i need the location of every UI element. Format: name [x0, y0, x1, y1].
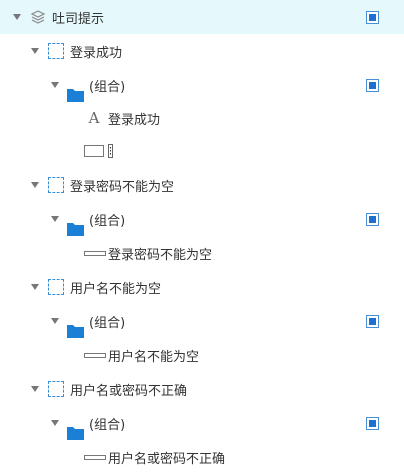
folder-icon: [67, 324, 84, 338]
layers-icon: [29, 8, 47, 26]
tree-row-root[interactable]: 吐司提示: [0, 0, 404, 34]
tree-label-group: 登录密码不能为空: [70, 180, 175, 195]
chevron-down-icon[interactable]: [12, 12, 22, 22]
tree-row-combo[interactable]: (组合): [0, 406, 404, 440]
tree-row-group[interactable]: 用户名或密码不正确: [0, 372, 404, 406]
chevron-down-icon[interactable]: [30, 384, 40, 394]
visibility-toggle[interactable]: [366, 315, 379, 328]
chevron-down-icon[interactable]: [50, 214, 60, 224]
chevron-down-icon[interactable]: [30, 46, 40, 56]
visibility-toggle[interactable]: [366, 417, 379, 430]
folder-icon: [67, 222, 84, 236]
rectangle-icon: [84, 145, 104, 157]
chevron-down-icon[interactable]: [50, 80, 60, 90]
line-rect-icon: [84, 251, 106, 256]
tree-label-group: 登录成功: [70, 46, 123, 61]
tree-row-combo[interactable]: (组合): [0, 68, 404, 102]
tree-label-combo: (组合): [89, 418, 126, 433]
line-rect-icon: [84, 353, 106, 358]
tree-label-item: 登录成功: [108, 113, 161, 128]
tree-label-root: 吐司提示: [52, 12, 105, 27]
tree-row-item[interactable]: 用户名或密码不正确: [0, 440, 404, 474]
tree-row-group[interactable]: 登录密码不能为空: [0, 168, 404, 202]
dynamic-panel-icon: [48, 279, 64, 295]
tree-row-item[interactable]: A 登录成功: [0, 101, 404, 135]
tree-row-item[interactable]: 用户名不能为空: [0, 338, 404, 372]
tree-label-item: 用户名不能为空: [108, 350, 200, 365]
dynamic-panel-icon: [48, 177, 64, 193]
chevron-down-icon[interactable]: [50, 418, 60, 428]
tree-label-group: 用户名不能为空: [70, 282, 162, 297]
tree-row-item[interactable]: 登录密码不能为空: [0, 236, 404, 270]
cursor-marker-icon: [108, 144, 113, 158]
visibility-toggle[interactable]: [366, 79, 379, 92]
chevron-down-icon[interactable]: [50, 316, 60, 326]
tree-label-item: 用户名或密码不正确: [108, 452, 226, 467]
tree-label-item: 登录密码不能为空: [108, 248, 213, 263]
tree-row-item[interactable]: [0, 134, 404, 168]
chevron-down-icon[interactable]: [30, 282, 40, 292]
tree-row-combo[interactable]: (组合): [0, 202, 404, 236]
dynamic-panel-icon: [48, 381, 64, 397]
visibility-toggle[interactable]: [366, 11, 379, 24]
dynamic-panel-icon: [48, 43, 64, 59]
visibility-toggle[interactable]: [366, 213, 379, 226]
tree-row-group[interactable]: 用户名不能为空: [0, 270, 404, 304]
text-icon: A: [88, 109, 100, 127]
tree-row-group[interactable]: 登录成功: [0, 34, 404, 68]
folder-icon: [67, 88, 84, 102]
tree-row-combo[interactable]: (组合): [0, 304, 404, 338]
tree-label-group: 用户名或密码不正确: [70, 384, 188, 399]
tree-label-combo: (组合): [89, 316, 126, 331]
line-rect-icon: [84, 455, 106, 460]
chevron-down-icon[interactable]: [30, 180, 40, 190]
tree-label-combo: (组合): [89, 214, 126, 229]
folder-icon: [67, 426, 84, 440]
tree-label-combo: (组合): [89, 80, 126, 95]
